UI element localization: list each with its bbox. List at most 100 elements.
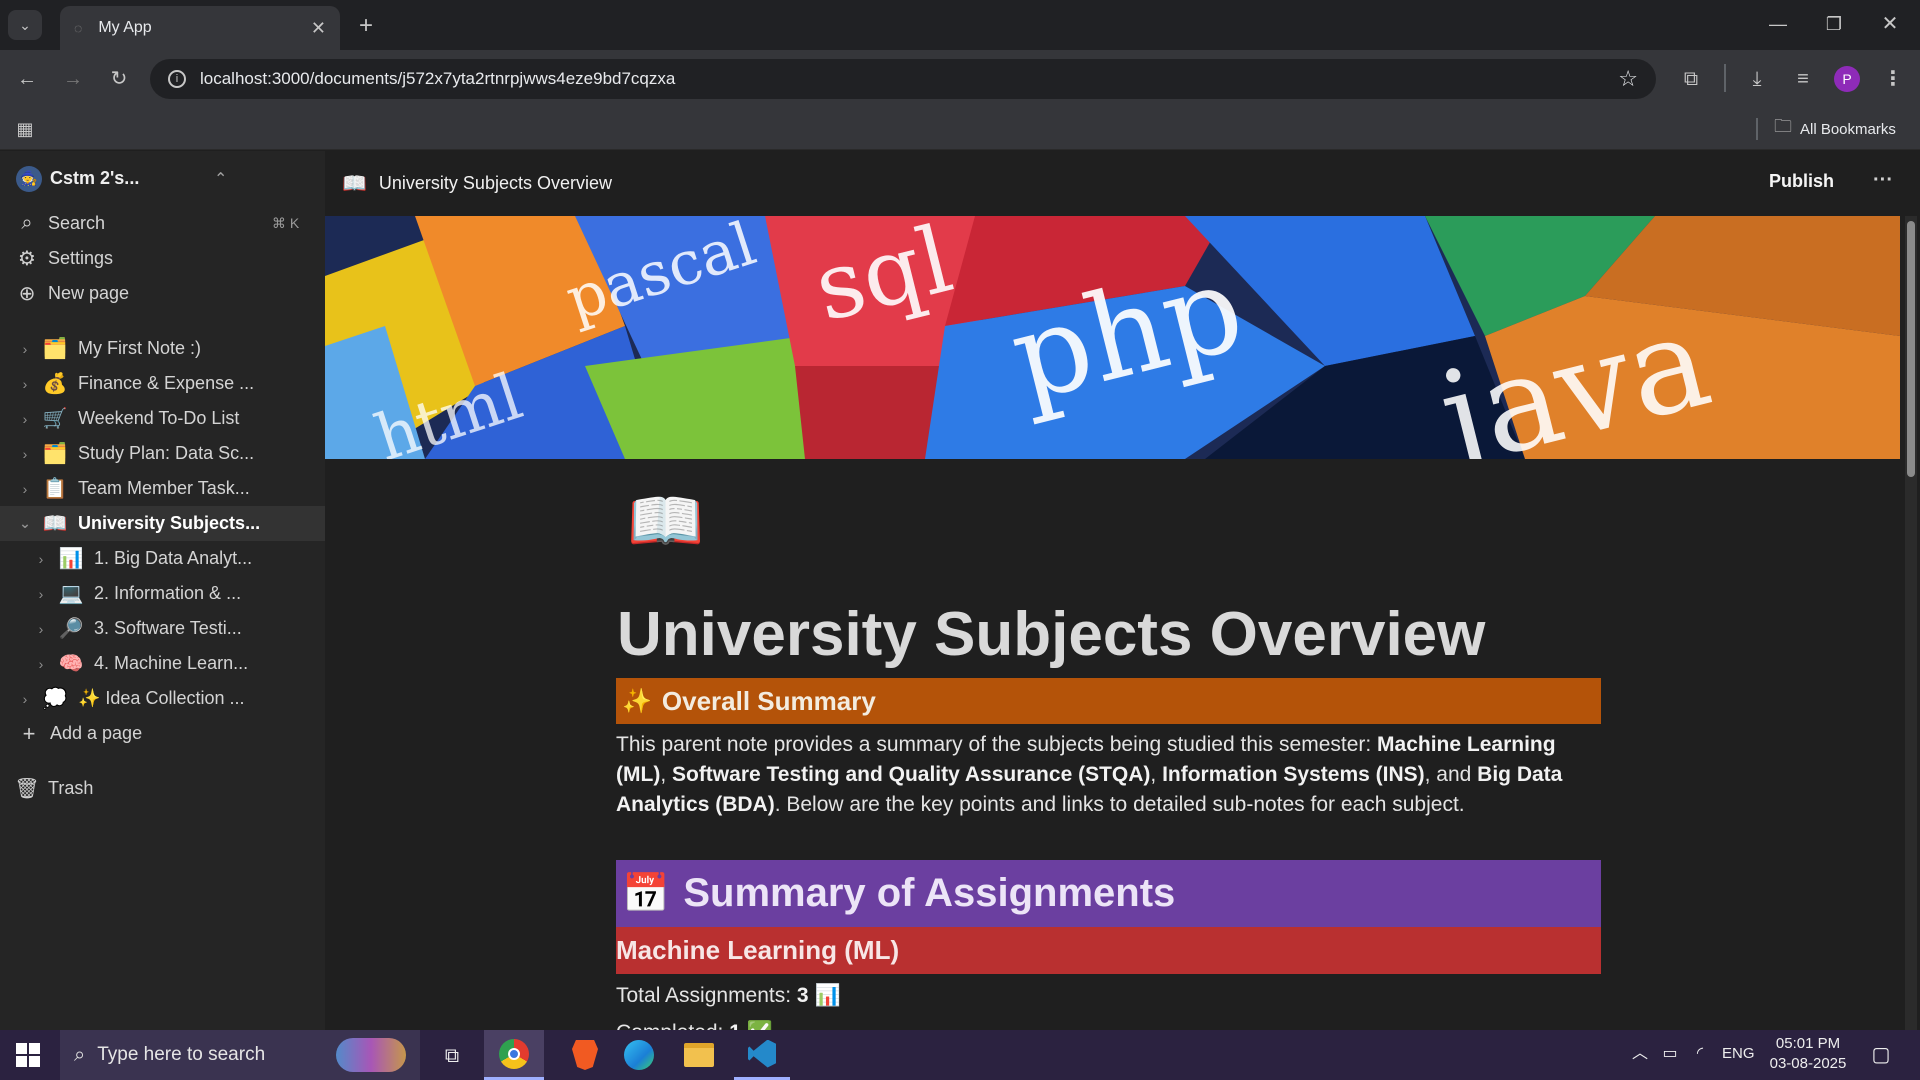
sidebar-page[interactable]: › 📋 Team Member Task...	[0, 471, 325, 506]
sidebar-page[interactable]: › 🗂️ Study Plan: Data Sc...	[0, 436, 325, 471]
cover-image[interactable]: pascal sql php java html	[325, 216, 1900, 459]
chevron-right-icon[interactable]: ›	[34, 551, 48, 567]
vscode-taskbar-icon[interactable]	[734, 1030, 790, 1080]
chevron-right-icon[interactable]: ›	[34, 656, 48, 672]
all-bookmarks-label: All Bookmarks	[1800, 120, 1896, 138]
sidebar-add-page[interactable]: + Add a page	[0, 716, 325, 751]
windows-start-icon[interactable]	[16, 1043, 40, 1067]
sidebar: 🧙 Cstm 2's... ⌃ ⌕ Search ⌘ K ⚙ Settings …	[0, 151, 325, 1030]
bar-chart-icon: 📊	[814, 984, 841, 1007]
breadcrumb-emoji-icon: 📖	[342, 173, 367, 195]
publish-button[interactable]: Publish	[1769, 171, 1834, 192]
clock-time: 05:01 PM	[1775, 1035, 1841, 1052]
chevron-updown-icon: ⌃	[214, 170, 228, 188]
document-topbar: 📖 University Subjects Overview Publish ·…	[325, 151, 1920, 216]
sidebar-new-page[interactable]: ⊕ New page	[0, 276, 325, 311]
chevron-right-icon[interactable]: ›	[34, 586, 48, 602]
page-label: 1. Big Data Analyt...	[94, 548, 253, 568]
page-emoji-icon: 🗂️	[42, 443, 68, 465]
folder-icon: 🗀	[1774, 116, 1792, 136]
scrollbar-thumb[interactable]	[1907, 221, 1915, 477]
tab-search-chevron-icon[interactable]: ⌄	[8, 10, 42, 40]
check-icon: ✅	[747, 1021, 773, 1030]
page-label: 4. Machine Learn...	[94, 653, 249, 673]
sidebar-search-label: Search	[48, 213, 106, 233]
wifi-icon[interactable]: ◜	[1688, 1042, 1712, 1066]
chevron-right-icon[interactable]: ›	[18, 411, 32, 427]
downloads-icon[interactable]: ⤓	[1740, 64, 1774, 94]
bookmark-star-icon[interactable]: ☆	[1618, 66, 1638, 92]
forward-icon[interactable]: →	[58, 64, 88, 94]
trash-icon: 🗑	[14, 778, 40, 800]
breadcrumb[interactable]: University Subjects Overview	[379, 173, 612, 194]
tab-favicon-icon: ◌	[74, 20, 83, 36]
sidebar-subpage[interactable]: › 🧠 4. Machine Learn...	[0, 646, 325, 681]
close-window-icon[interactable]: ✕	[1876, 10, 1904, 38]
language-indicator[interactable]: ENG	[1722, 1045, 1755, 1062]
chevron-right-icon[interactable]: ›	[18, 691, 32, 707]
clock[interactable]: 05:01 PM 03-08-2025	[1766, 1034, 1850, 1074]
page-emoji-icon: 💻	[58, 583, 84, 605]
sidebar-page[interactable]: › 🗂️ My First Note :)	[0, 331, 325, 366]
page-emoji-icon: 🧠	[58, 653, 84, 675]
chevron-right-icon[interactable]: ›	[34, 621, 48, 637]
sidebar-page[interactable]: › 💰 Finance & Expense ...	[0, 366, 325, 401]
site-info-icon[interactable]: i	[168, 70, 186, 88]
new-tab-icon[interactable]: +	[352, 12, 380, 40]
sidebar-settings-label: Settings	[48, 248, 114, 268]
page-label: Team Member Task...	[78, 478, 250, 498]
sidebar-search[interactable]: ⌕ Search ⌘ K	[0, 206, 325, 241]
sidebar-page-active[interactable]: ⌄ 📖 University Subjects...	[0, 506, 325, 541]
search-icon: ⌕	[74, 1043, 86, 1066]
sidebar-subpage[interactable]: › 🔎 3. Software Testi...	[0, 611, 325, 646]
sidebar-settings[interactable]: ⚙ Settings	[0, 241, 325, 276]
all-bookmarks-button[interactable]: 🗀 All Bookmarks	[1774, 116, 1896, 142]
add-page-label: Add a page	[50, 723, 143, 743]
page-emoji-icon: 📋	[42, 478, 68, 500]
ml-banner: Machine Learning (ML)	[616, 927, 1601, 974]
chevron-right-icon[interactable]: ›	[18, 481, 32, 497]
chevron-right-icon[interactable]: ›	[18, 446, 32, 462]
extensions-icon[interactable]: ⧉	[1674, 64, 1708, 94]
profile-avatar[interactable]: P	[1834, 66, 1860, 92]
notifications-icon[interactable]: ▢	[1866, 1040, 1896, 1070]
chrome-taskbar-icon[interactable]	[484, 1030, 544, 1080]
summary-text: ,	[660, 763, 672, 786]
chevron-right-icon[interactable]: ›	[18, 376, 32, 392]
plus-icon: +	[22, 720, 36, 746]
more-options-icon[interactable]: ···	[1873, 169, 1893, 192]
clock-date: 03-08-2025	[1769, 1055, 1847, 1072]
taskbar-search-placeholder: Type here to search	[97, 1044, 266, 1065]
battery-icon[interactable]: ▭	[1658, 1042, 1682, 1066]
tray-chevron-up-icon[interactable]: ︿	[1628, 1042, 1652, 1066]
chevron-down-icon[interactable]: ⌄	[18, 515, 32, 532]
taskbar-search-input[interactable]: ⌕ Type here to search	[60, 1030, 420, 1080]
page-label: 3. Software Testi...	[94, 618, 242, 638]
sidebar-subpage[interactable]: › 📊 1. Big Data Analyt...	[0, 541, 325, 576]
page-emoji-icon: 📖	[42, 513, 68, 535]
chevron-right-icon[interactable]: ›	[18, 341, 32, 357]
back-icon[interactable]: ←	[12, 64, 42, 94]
edge-taskbar-icon[interactable]	[612, 1030, 666, 1080]
browser-tab[interactable]: ◌ My App ✕	[60, 6, 340, 50]
media-control-icon[interactable]: ≡	[1786, 64, 1820, 94]
browser-menu-icon[interactable]: ⋮	[1878, 64, 1908, 94]
workspace-switcher[interactable]: 🧙 Cstm 2's... ⌃	[0, 161, 325, 196]
address-bar[interactable]: i localhost:3000/documents/j572x7yta2rtn…	[150, 59, 1656, 99]
tab-close-icon[interactable]: ✕	[311, 19, 326, 37]
reload-icon[interactable]: ↻	[104, 64, 134, 94]
task-view-icon[interactable]: ⧉	[436, 1040, 468, 1072]
page-title[interactable]: University Subjects Overview	[617, 599, 1485, 670]
sidebar-subpage[interactable]: › 💻 2. Information & ...	[0, 576, 325, 611]
apps-grid-icon[interactable]: ▦	[12, 116, 38, 142]
brave-taskbar-icon[interactable]	[558, 1030, 612, 1080]
sidebar-page[interactable]: › 🛒 Weekend To-Do List	[0, 401, 325, 436]
file-explorer-taskbar-icon[interactable]	[672, 1030, 726, 1080]
page-icon[interactable]: 📖	[627, 491, 704, 553]
minimize-icon[interactable]: —	[1764, 10, 1792, 38]
restore-icon[interactable]: ❐	[1820, 10, 1848, 38]
summary-heading: Overall Summary	[661, 685, 876, 716]
sidebar-trash[interactable]: 🗑 Trash	[0, 771, 325, 806]
summary-text: , and	[1424, 763, 1478, 786]
sidebar-page[interactable]: › 💭 ✨ Idea Collection ...	[0, 681, 325, 716]
